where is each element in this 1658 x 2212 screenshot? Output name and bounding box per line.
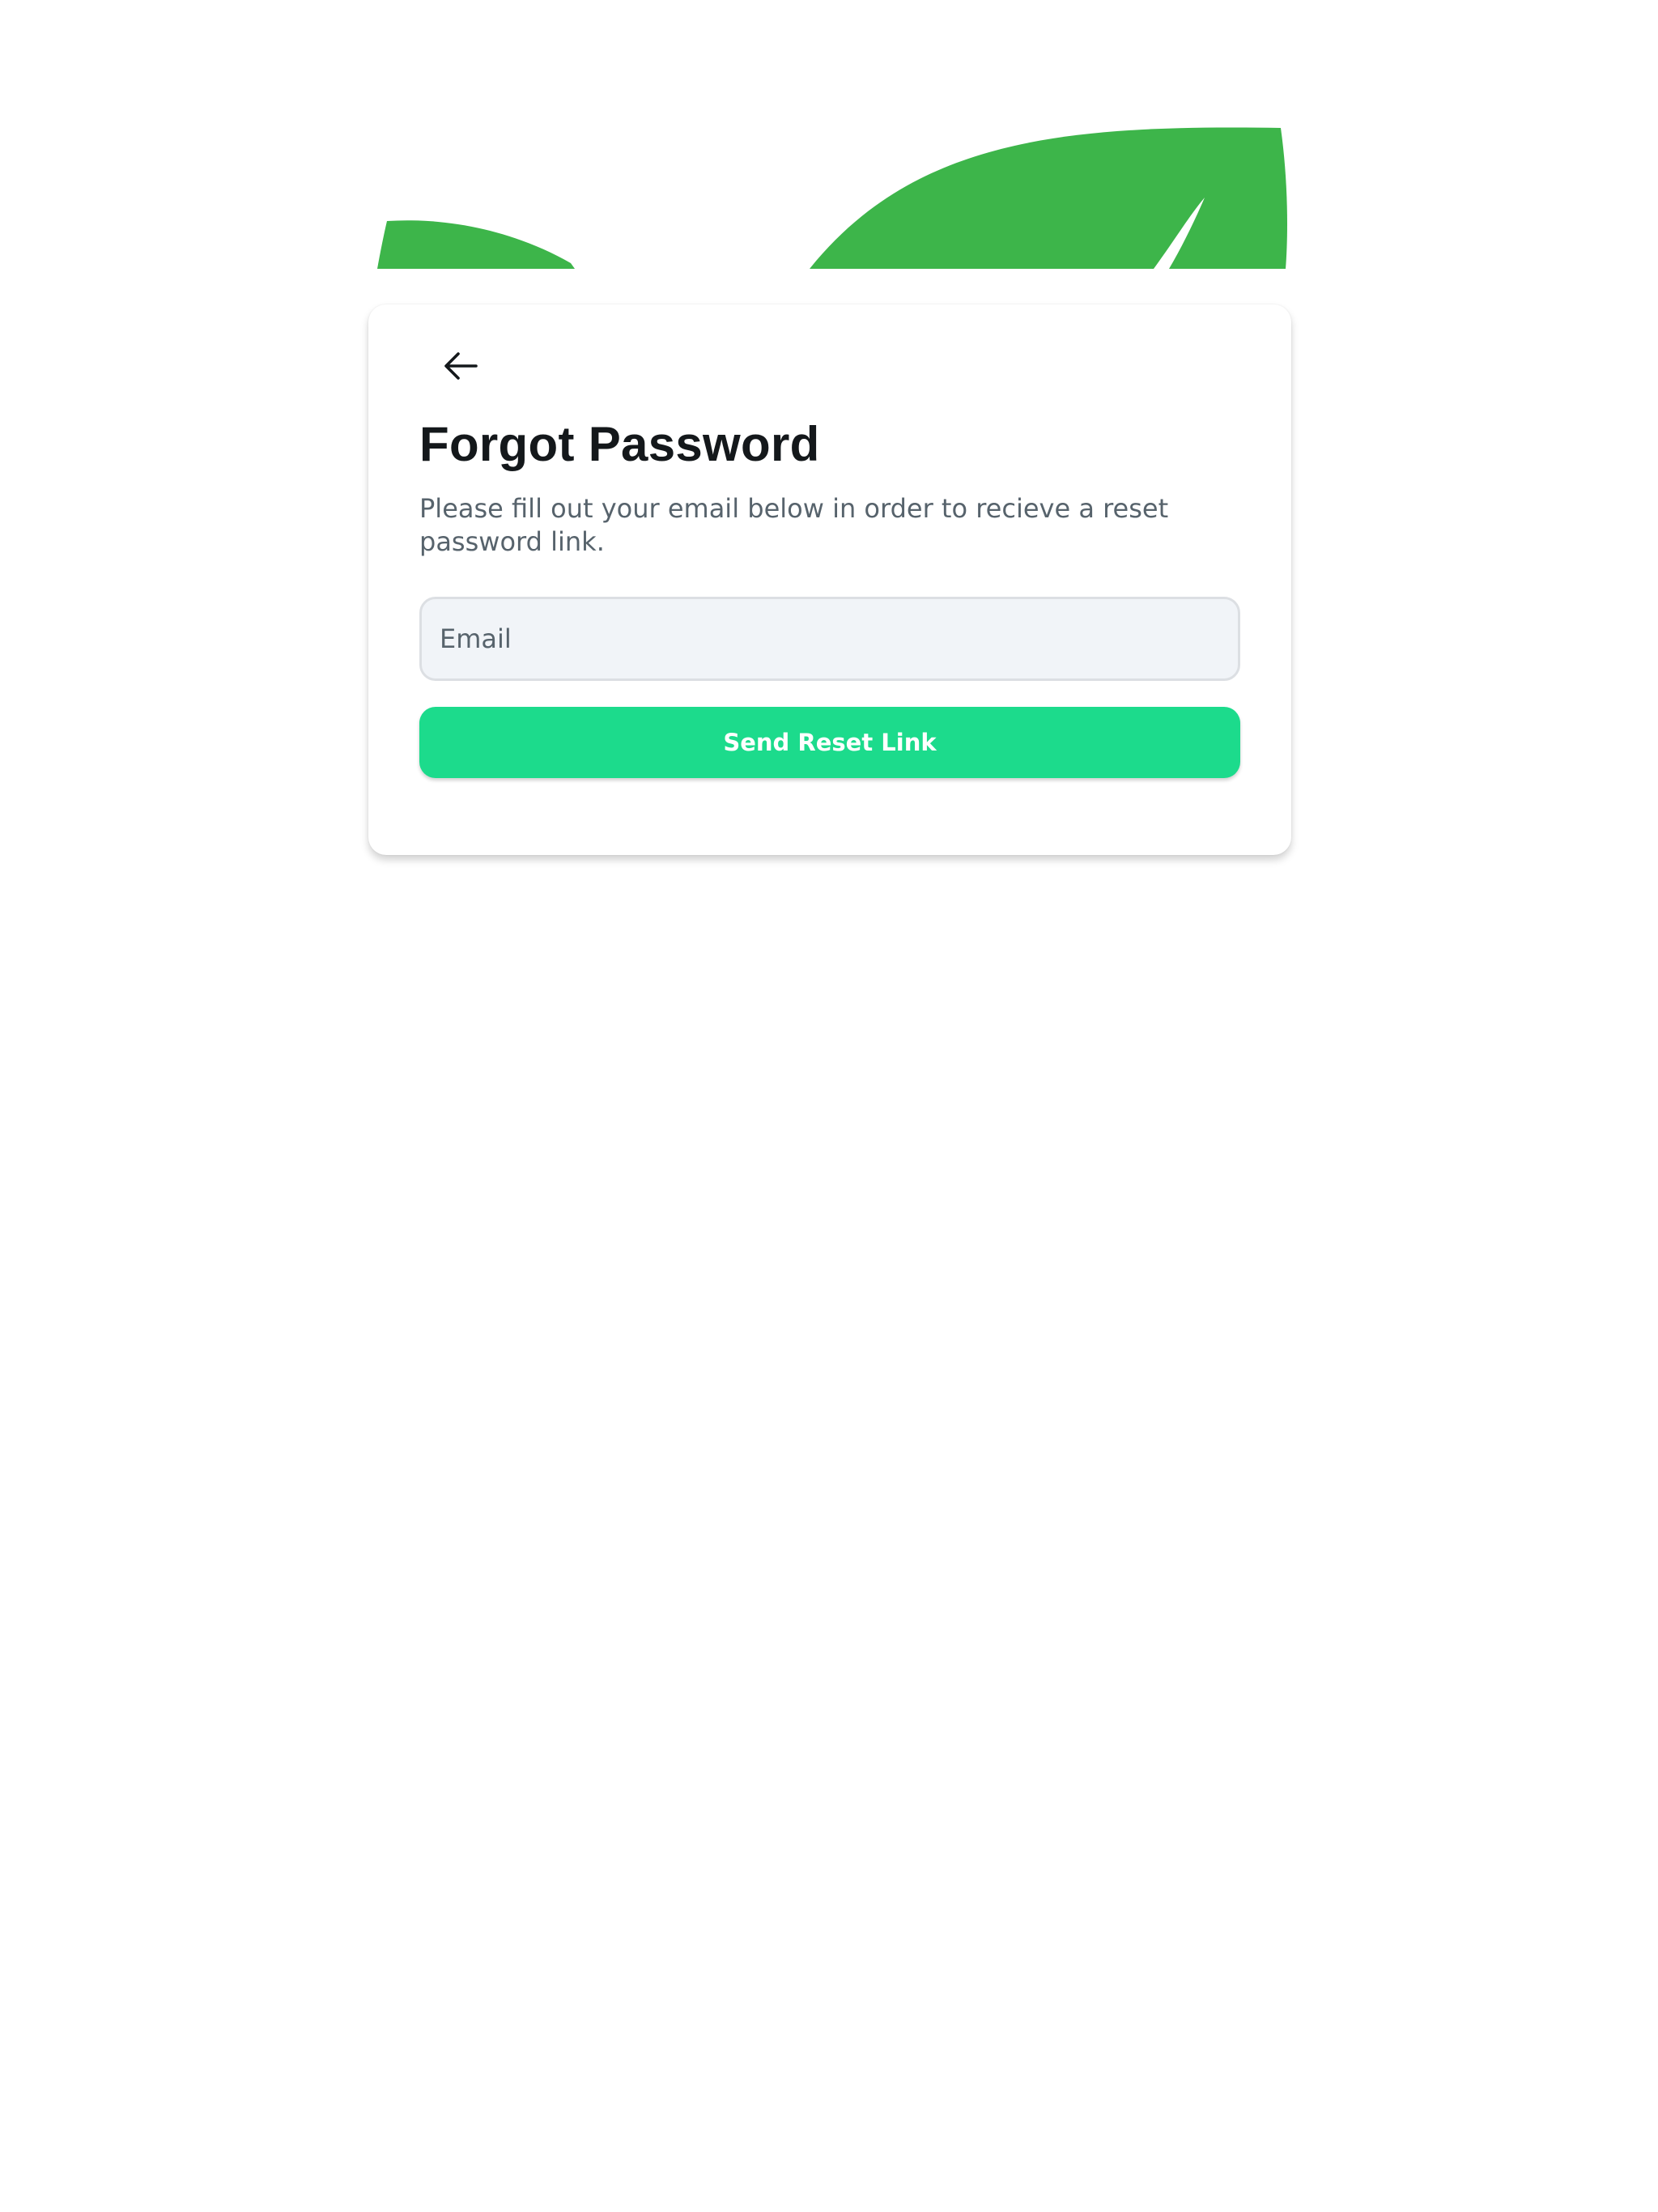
leaf-icon xyxy=(377,127,1287,269)
forgot-password-card: Forgot Password Please fill out your ema… xyxy=(368,304,1291,855)
arrow-left-icon xyxy=(444,352,478,380)
page-title: Forgot Password xyxy=(419,417,820,471)
back-button[interactable] xyxy=(432,337,490,395)
leaf-illustration xyxy=(356,113,1312,324)
email-field[interactable] xyxy=(419,597,1240,681)
forgot-password-page: Forgot Password Please fill out your ema… xyxy=(0,0,1658,2212)
send-reset-link-button[interactable]: Send Reset Link xyxy=(419,707,1240,778)
page-subtitle: Please fill out your email below in orde… xyxy=(419,493,1169,557)
